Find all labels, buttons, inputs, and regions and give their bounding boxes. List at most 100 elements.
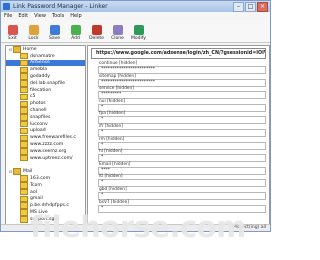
folder-icon [20, 52, 28, 60]
maximize-button[interactable]: □ [245, 1, 256, 12]
tree-item[interactable]: photos [6, 100, 85, 108]
tree-item-label: chanell [30, 108, 47, 114]
tree-item-label: lucconv [30, 121, 48, 127]
folder-icon [20, 100, 28, 108]
tree-item[interactable]: dsnamatre [6, 52, 85, 60]
lock-button[interactable]: Lock [25, 25, 42, 41]
folder-icon [20, 127, 28, 135]
tree-item-label: filecation [30, 87, 52, 93]
folder-icon [20, 114, 28, 121]
toolbar: Exit Lock Save Add Delete Clone Modify [1, 20, 270, 43]
tree-item-label: Mail [23, 169, 33, 175]
form-field: continue [hidden] ***********************… [98, 61, 266, 74]
folder-icon [20, 120, 28, 128]
tree-item[interactable]: AdSense [6, 59, 85, 67]
folder-icon [20, 216, 28, 223]
close-button[interactable]: × [257, 1, 268, 12]
tree-item[interactable]: del.lab.snapfile [6, 80, 85, 87]
tree-item-label: snapfiles [30, 114, 51, 120]
folder-icon [20, 107, 28, 114]
folder-icon [20, 86, 28, 94]
toolbar-label: Save [48, 36, 61, 41]
tree-item[interactable]: 163.com [6, 175, 85, 182]
tree-item[interactable]: snapfiles [6, 114, 85, 121]
form-field: sitemap [hidden] ************************ [98, 74, 266, 87]
toolbar-label: Clone [111, 36, 124, 41]
tree-item-label: p.be.drhdpfpps.c [30, 203, 69, 209]
exit-icon [7, 25, 18, 35]
tree-item[interactable]: www.zzzz.com [6, 141, 85, 148]
entry-detail-panel: https://www.google.com/adsense/login/zh_… [87, 45, 270, 228]
tree-item[interactable]: www.uptreez.com/ [6, 154, 85, 162]
app-window: Link Password Manager - Linker – □ × Fil… [0, 0, 271, 232]
folder-icon [20, 73, 28, 80]
tree-item-label: aol [30, 189, 37, 195]
toolbar-label: Lock [28, 36, 39, 41]
modify-button[interactable]: Modify [130, 25, 147, 41]
tree-item-label: Home [23, 46, 37, 52]
menu-edit[interactable]: Edit [18, 12, 28, 20]
menu-tools[interactable]: Tools [52, 12, 64, 20]
tree-item[interactable]: Tcom [6, 182, 85, 189]
menu-help[interactable]: Help [70, 12, 81, 20]
tree-item[interactable]: filecation [6, 86, 85, 94]
folder-icon [20, 175, 28, 182]
url-field[interactable]: https://www.google.com/adsense/login/zh_… [91, 48, 266, 59]
tree-item[interactable]: www.freewarefiles.c [6, 134, 85, 141]
site-tree-panel: ⊟ Home dsnamatre AdSense amebla godaddy del.la… [5, 45, 86, 227]
save-button[interactable]: Save [46, 25, 63, 41]
folder-icon [20, 154, 28, 162]
tree-item[interactable]: c5 [6, 93, 85, 101]
exit-button[interactable]: Exit [4, 25, 21, 41]
tree-item[interactable]: gmail [6, 195, 85, 203]
minimize-button[interactable]: – [233, 1, 244, 12]
tree-item[interactable]: amebla [6, 66, 85, 74]
toolbar-label: Modify [131, 36, 146, 41]
delete-button[interactable]: Delete [88, 25, 105, 41]
title-bar: Link Password Manager - Linker – □ × [1, 1, 270, 12]
folder-icon [20, 59, 28, 67]
tree-group[interactable]: ⊟ Mail [6, 168, 85, 175]
tree-item[interactable]: aol [6, 188, 85, 196]
tree-item-label: www.uptreez.com/ [30, 155, 73, 161]
folder-icon [20, 188, 28, 196]
watermark: filehorse.com [30, 210, 246, 244]
folder-icon [20, 66, 28, 74]
tree-group[interactable]: ⊟ Home [6, 46, 85, 53]
tree-item-label: dsnamatre [30, 53, 55, 59]
app-logo-icon [3, 3, 10, 10]
form-field: Email [hidden] **** [98, 162, 266, 175]
form-field: ltl [hidden] * [98, 174, 266, 188]
tree-item-label: 163.com [30, 176, 51, 182]
folder-icon [20, 134, 28, 141]
tree-item[interactable]: upload [6, 127, 85, 135]
form-field: gbd [hidden] * [98, 187, 266, 200]
folder-icon [20, 209, 28, 216]
menu-bar: File Edit View Tools Help [1, 12, 270, 20]
tree-item-label: www.freewarefiles.c [30, 135, 76, 141]
tree-item-label: www.zzzz.com [30, 142, 64, 148]
folder-icon [20, 202, 28, 209]
tree-item[interactable]: chanell [6, 107, 85, 114]
tree-item-label: AdSense [30, 60, 50, 66]
folder-icon [20, 141, 28, 148]
menu-file[interactable]: File [4, 12, 12, 20]
menu-view[interactable]: View [34, 12, 46, 20]
tree-item[interactable] [6, 162, 85, 169]
tree-item-label: gmail [30, 196, 43, 202]
tree-item-label: Tcom [30, 182, 42, 188]
form-field: rm [hidden] * [98, 137, 266, 150]
tree-item[interactable]: www.seemz.org [6, 148, 85, 155]
tree-item[interactable]: lucconv [6, 120, 85, 128]
folder-icon [13, 46, 21, 53]
add-button[interactable]: Add [67, 25, 84, 41]
delete-icon [91, 25, 102, 35]
tree-item[interactable]: godaddy [6, 73, 85, 80]
window-controls: – □ × [233, 1, 268, 12]
folder-icon [20, 148, 28, 155]
clone-button[interactable]: Clone [109, 25, 126, 41]
lock-icon [28, 25, 39, 35]
folder-icon [20, 195, 28, 203]
tree-item[interactable]: p.be.drhdpfpps.c [6, 202, 85, 209]
form-field: service [hidden] ********* [98, 86, 266, 100]
